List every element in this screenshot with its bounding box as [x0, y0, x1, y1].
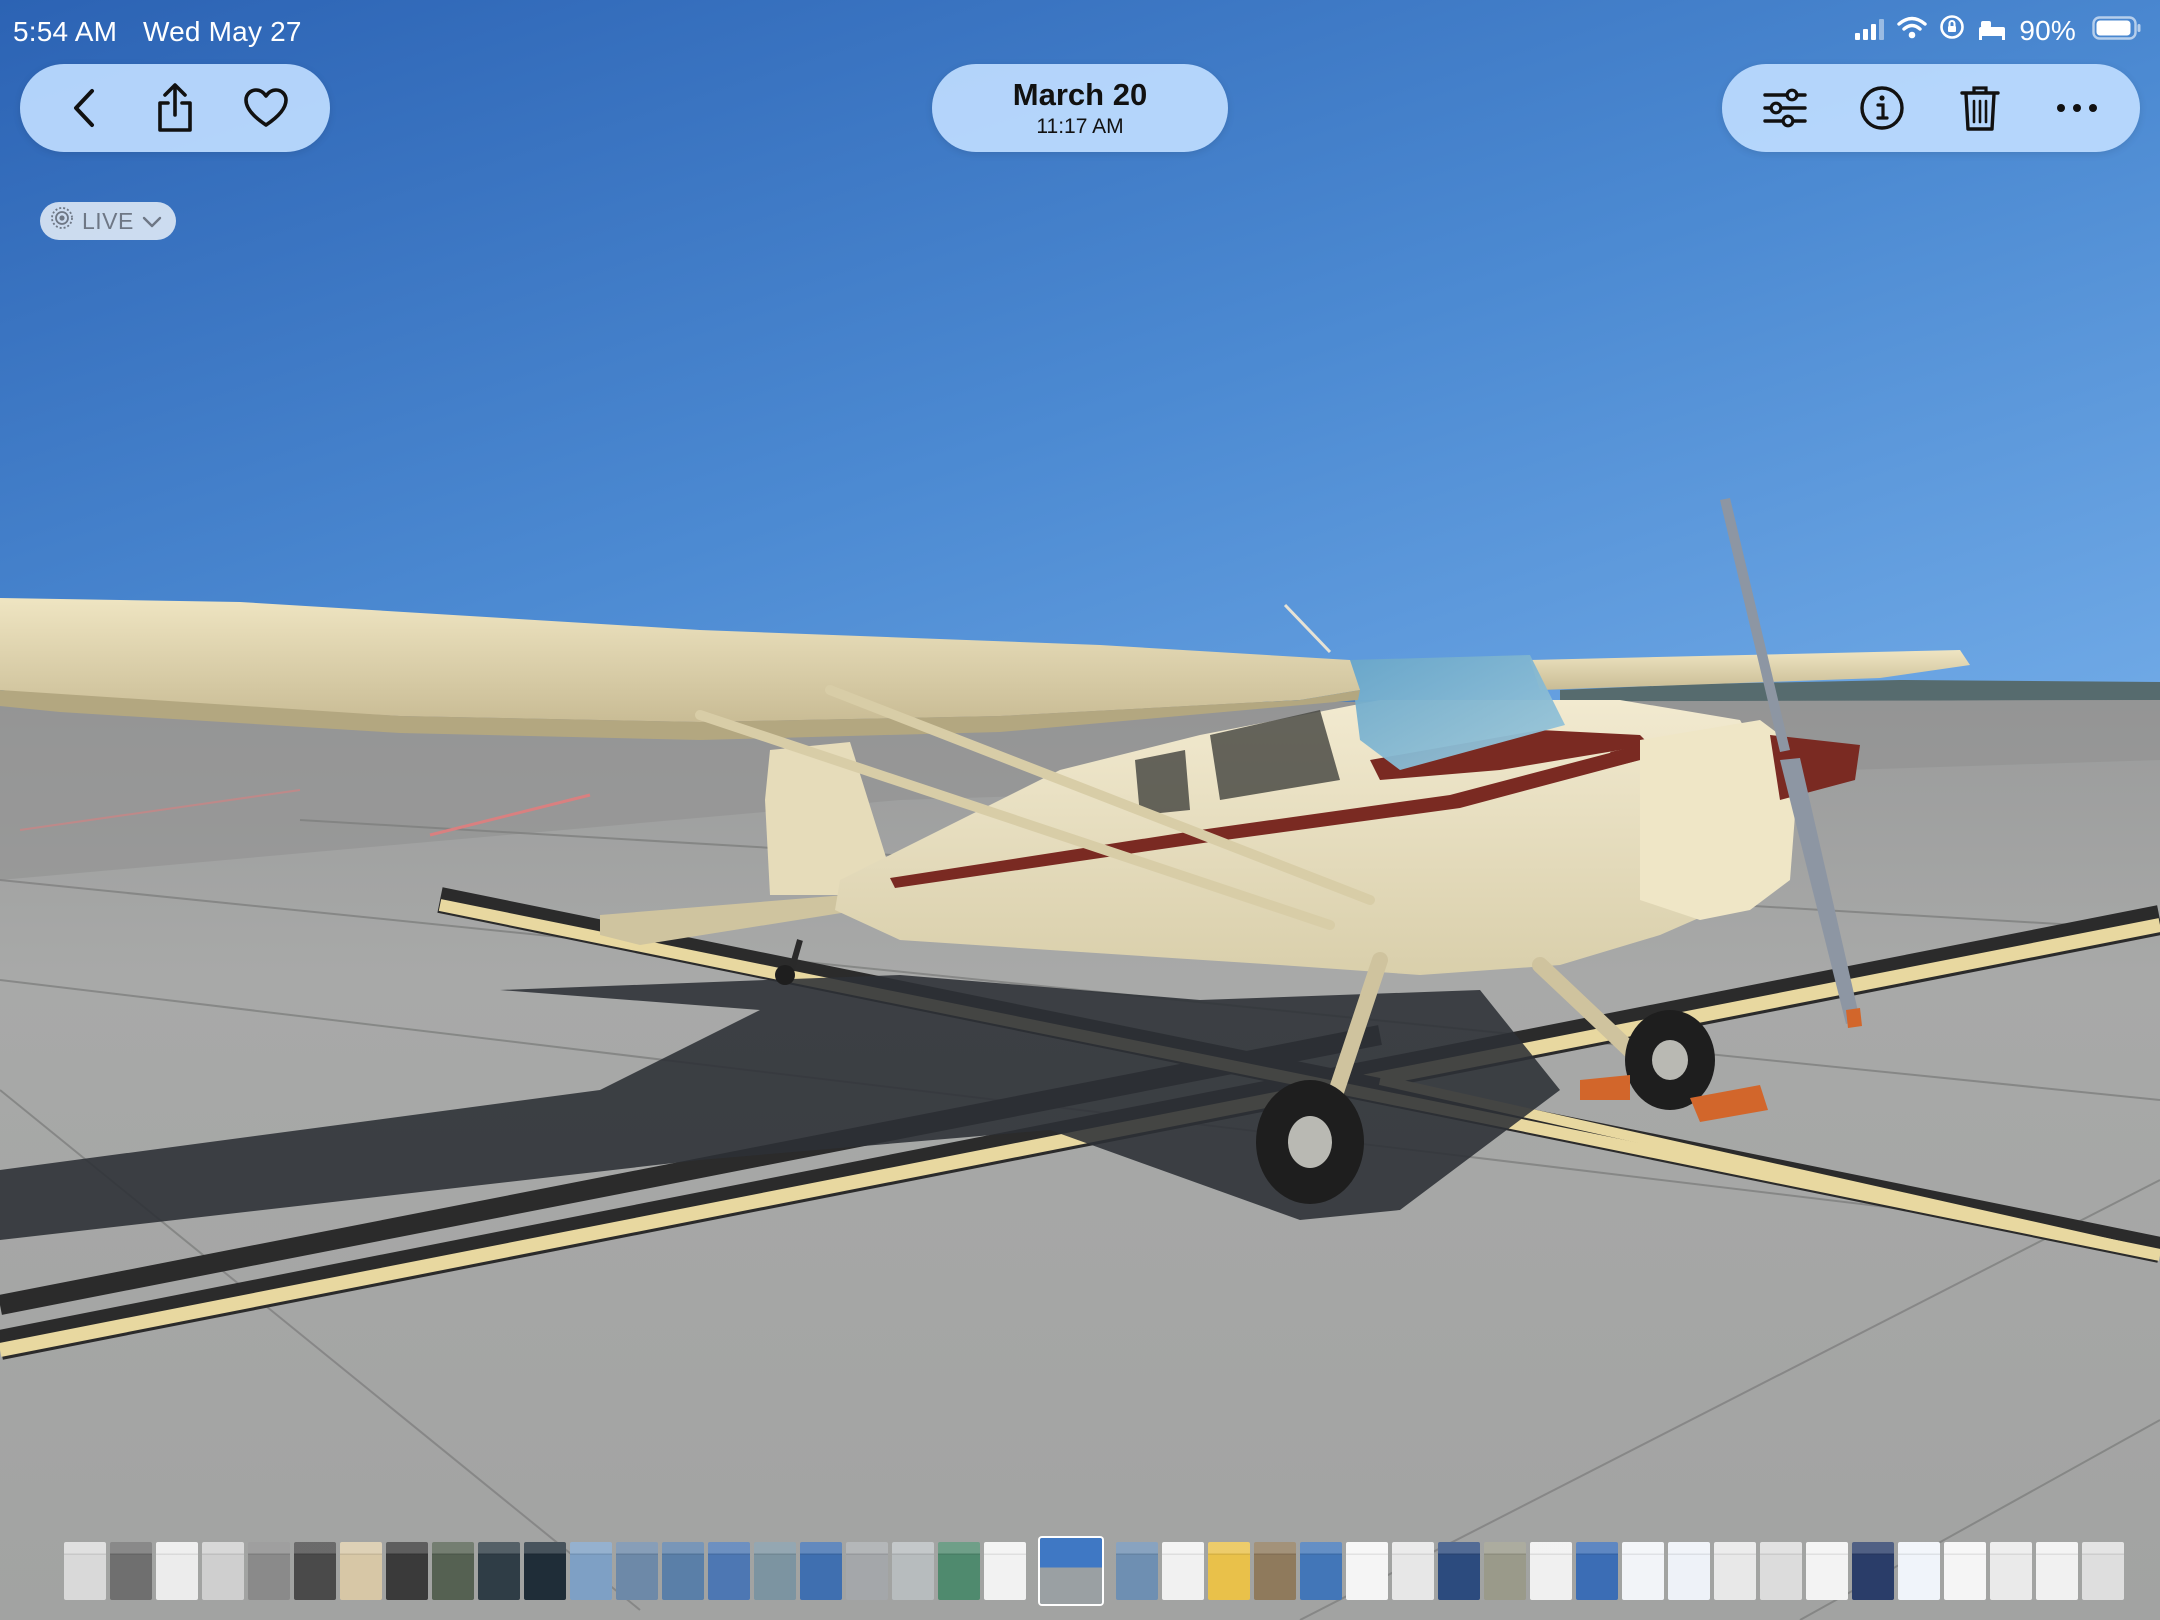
- more-button[interactable]: [2041, 72, 2113, 144]
- thumbnail[interactable]: [110, 1542, 152, 1600]
- more-ellipsis-icon: [2055, 102, 2099, 114]
- sleep-focus-icon: [1977, 15, 2007, 47]
- thumbnail[interactable]: [892, 1542, 934, 1600]
- thumbnail[interactable]: [1944, 1542, 1986, 1600]
- back-button[interactable]: [48, 72, 120, 144]
- thumbnail-current[interactable]: [1040, 1538, 1102, 1604]
- photo-title-pill[interactable]: March 20 11:17 AM: [932, 64, 1228, 152]
- toolbar-right: [1722, 64, 2140, 152]
- thumbnail[interactable]: [1300, 1542, 1342, 1600]
- edit-button[interactable]: [1749, 72, 1821, 144]
- info-button[interactable]: [1846, 72, 1918, 144]
- thumbnail[interactable]: [984, 1542, 1026, 1600]
- thumbnail[interactable]: [1990, 1542, 2032, 1600]
- thumbnail[interactable]: [1346, 1542, 1388, 1600]
- thumbnail[interactable]: [202, 1542, 244, 1600]
- status-time: 5:54 AM: [13, 16, 118, 47]
- info-icon: [1859, 85, 1905, 131]
- favorite-button[interactable]: [230, 72, 302, 144]
- thumbnail[interactable]: [1760, 1542, 1802, 1600]
- share-icon: [155, 83, 195, 133]
- cellular-signal-icon: [1855, 15, 1885, 47]
- thumbnail[interactable]: [1898, 1542, 1940, 1600]
- orientation-lock-icon: [1939, 14, 1965, 47]
- thumbnail[interactable]: [2082, 1542, 2124, 1600]
- status-bar: 5:54 AM Wed May 27 90%: [0, 0, 2160, 62]
- live-photo-icon: [50, 206, 74, 236]
- favorite-heart-icon: [243, 88, 289, 128]
- adjust-sliders-icon: [1762, 88, 1808, 128]
- battery-percentage: 90%: [2019, 14, 2076, 46]
- back-icon: [71, 87, 97, 129]
- thumbnail[interactable]: [1484, 1542, 1526, 1600]
- thumbnail[interactable]: [248, 1542, 290, 1600]
- photo-time: 11:17 AM: [1036, 115, 1124, 138]
- thumbnail[interactable]: [478, 1542, 520, 1600]
- thumbnail[interactable]: [1622, 1542, 1664, 1600]
- thumbnail[interactable]: [1254, 1542, 1296, 1600]
- photo-date: March 20: [1012, 77, 1148, 112]
- thumbnail[interactable]: [708, 1542, 750, 1600]
- thumbnail[interactable]: [1530, 1542, 1572, 1600]
- thumbnail[interactable]: [1852, 1542, 1894, 1600]
- thumbnail[interactable]: [938, 1542, 980, 1600]
- battery-icon: [2092, 15, 2142, 47]
- thumbnail[interactable]: [340, 1542, 382, 1600]
- thumbnail[interactable]: [570, 1542, 612, 1600]
- wifi-icon: [1897, 15, 1928, 47]
- photo: [0, 0, 2160, 1620]
- trash-icon: [1959, 84, 2001, 132]
- status-indicators: 90%: [1855, 14, 2142, 47]
- status-date: Wed May 27: [143, 16, 302, 47]
- thumbnail[interactable]: [754, 1542, 796, 1600]
- thumbnail[interactable]: [1162, 1542, 1204, 1600]
- thumbnail[interactable]: [662, 1542, 704, 1600]
- delete-button[interactable]: [1944, 72, 2016, 144]
- thumbnail[interactable]: [846, 1542, 888, 1600]
- thumbnail[interactable]: [1714, 1542, 1756, 1600]
- live-label: LIVE: [82, 207, 134, 234]
- thumbnail[interactable]: [800, 1542, 842, 1600]
- thumbnail[interactable]: [1392, 1542, 1434, 1600]
- thumbnail[interactable]: [616, 1542, 658, 1600]
- chevron-down-icon: [142, 208, 162, 235]
- thumbnail[interactable]: [294, 1542, 336, 1600]
- toolbar-left: [20, 64, 330, 152]
- thumbnail[interactable]: [1668, 1542, 1710, 1600]
- live-photo-button[interactable]: LIVE: [40, 202, 176, 240]
- thumbnail-scrubber[interactable]: [0, 1538, 2160, 1604]
- thumbnail[interactable]: [64, 1542, 106, 1600]
- thumbnail[interactable]: [1208, 1542, 1250, 1600]
- thumbnail[interactable]: [1806, 1542, 1848, 1600]
- photo-viewer[interactable]: [0, 0, 2160, 1620]
- thumbnail-track: [64, 1538, 2124, 1604]
- thumbnail[interactable]: [1438, 1542, 1480, 1600]
- share-button[interactable]: [139, 72, 211, 144]
- thumbnail[interactable]: [432, 1542, 474, 1600]
- thumbnail[interactable]: [386, 1542, 428, 1600]
- thumbnail[interactable]: [524, 1542, 566, 1600]
- thumbnail[interactable]: [156, 1542, 198, 1600]
- thumbnail[interactable]: [2036, 1542, 2078, 1600]
- thumbnail[interactable]: [1116, 1542, 1158, 1600]
- thumbnail[interactable]: [1576, 1542, 1618, 1600]
